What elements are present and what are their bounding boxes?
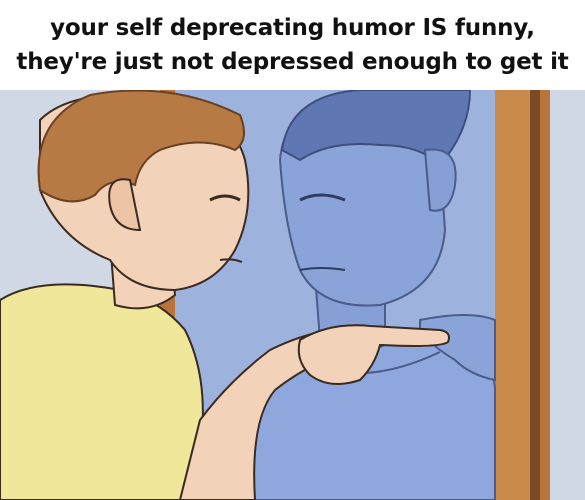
illustration	[0, 90, 585, 500]
man-pointing-at-mirror-illustration	[0, 90, 585, 500]
caption-line-1: your self deprecating humor IS funny,	[50, 15, 535, 41]
meme-image: your self deprecating humor IS funny, th…	[0, 0, 585, 500]
caption: your self deprecating humor IS funny, th…	[0, 0, 585, 90]
caption-line-2: they're just not depressed enough to get…	[16, 49, 569, 75]
